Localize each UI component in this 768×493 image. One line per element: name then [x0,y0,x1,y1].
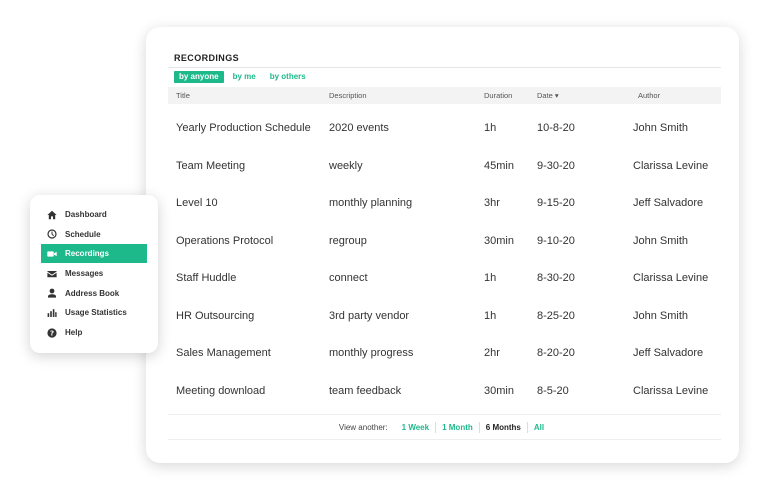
column-header-description[interactable]: Description [329,91,367,100]
cell-title: Staff Huddle [176,272,237,284]
cell-date: 8-30-20 [537,272,575,284]
filter-by-anyone[interactable]: by anyone [174,71,224,83]
cell-duration: 1h [484,309,497,322]
period-1-month[interactable]: 1 Month [436,423,479,432]
cell-date: 9-30-20 [537,159,575,172]
bar-chart-icon [47,308,57,318]
cell-duration: 1h [484,272,497,284]
cell-title: Team Meeting [176,159,246,172]
sidebar-item-address-book[interactable]: Address Book [41,284,147,303]
cell-description: connect [329,272,368,284]
envelope-icon [47,269,57,279]
sidebar-item-recordings[interactable]: Recordings [41,244,147,264]
cell-date: 10-8-20 [537,122,575,134]
sidebar-item-label: Address Book [65,288,120,298]
period-selector-label: View another: [338,422,388,432]
sidebar-item-label: Usage Statistics [65,308,127,318]
cell-title: Operations Protocol [176,234,274,247]
cell-author: Clarissa Levine [633,272,709,284]
table-row[interactable]: Operations Protocol regroup 30min 9-10-2… [168,223,721,260]
cell-author: Jeff Salvadore [633,347,704,359]
table-row[interactable]: Level 10 monthly planning 3hr 9-15-20 Je… [168,185,721,222]
video-camera-icon [47,249,57,259]
table-row[interactable]: Yearly Production Schedule 2020 events 1… [168,110,721,147]
filter-tabs: by anyone by me by others [174,71,311,83]
home-icon [47,210,57,220]
period-1-week[interactable]: 1 Week [396,423,435,432]
table-row[interactable]: HR Outsourcing 3rd party vendor 1h 8-25-… [168,298,721,335]
table-row[interactable]: Meeting download team feedback 30min 8-5… [168,373,721,410]
cell-description: 2020 events [329,122,389,134]
cell-date: 8-5-20 [537,384,569,397]
cell-duration: 1h [484,122,497,134]
sidebar-item-label: Messages [65,269,104,279]
cell-date: 9-15-20 [537,197,575,209]
sidebar-item-label: Recordings [65,249,110,259]
cell-title: Yearly Production Schedule [176,122,311,134]
cell-description: team feedback [329,384,402,397]
cell-date: 8-25-20 [537,309,575,322]
title-divider [168,67,721,68]
cell-author: John Smith [633,122,689,134]
column-header-title[interactable]: Title [176,91,190,100]
sidebar-item-usage-statistics[interactable]: Usage Statistics [41,303,147,322]
sidebar-item-label: Help [65,328,83,338]
svg-text:?: ? [50,329,54,337]
sidebar-item-schedule[interactable]: Schedule [41,225,147,244]
table-header: Title Description Duration Date ▾ Author [168,87,721,104]
period-selector: View another: 1 Week 1 Month 6 Months Al… [168,414,721,440]
sidebar-item-messages[interactable]: Messages [41,264,147,283]
cell-description: monthly planning [329,197,413,209]
filter-by-me[interactable]: by me [228,71,261,83]
column-header-date[interactable]: Date ▾ [537,91,559,100]
cell-duration: 2hr [484,347,500,359]
cell-author: Clarissa Levine [633,159,709,172]
cell-author: Clarissa Levine [633,384,709,397]
column-header-duration[interactable]: Duration [484,91,512,100]
page-title: RECORDINGS [174,53,240,63]
cell-description: monthly progress [329,347,414,359]
cell-duration: 3hr [484,197,500,209]
cell-title: HR Outsourcing [176,309,255,322]
cell-author: Jeff Salvadore [633,197,704,209]
period-6-months[interactable]: 6 Months [480,423,527,432]
table-row[interactable]: Sales Management monthly progress 2hr 8-… [168,335,721,372]
clock-icon [47,229,57,239]
cell-date: 9-10-20 [537,234,575,247]
cell-description: weekly [329,159,363,172]
recordings-panel: RECORDINGS by anyone by me by others Tit… [146,27,739,463]
column-header-author[interactable]: Author [638,91,660,100]
period-all[interactable]: All [528,423,550,432]
cell-duration: 30min [484,384,514,397]
sidebar-item-dashboard[interactable]: Dashboard [41,205,147,224]
sidebar-item-label: Dashboard [65,210,107,219]
cell-description: regroup [329,234,367,247]
table-row[interactable]: Team Meeting weekly 45min 9-30-20 Claris… [168,148,721,185]
sidebar-card: Dashboard Schedule Recordings Messages A… [30,195,158,353]
question-circle-icon: ? [47,328,57,338]
sidebar-item-help[interactable]: ? Help [41,323,147,342]
cell-title: Meeting download [176,384,266,397]
cell-date: 8-20-20 [537,347,575,359]
sidebar-item-label: Schedule [65,229,101,239]
user-icon [47,288,57,298]
cell-author: John Smith [633,234,689,247]
table-row[interactable]: Staff Huddle connect 1h 8-30-20 Clarissa… [168,260,721,297]
filter-by-others[interactable]: by others [265,71,311,83]
cell-description: 3rd party vendor [329,309,410,322]
sidebar-nav: Dashboard Schedule Recordings Messages A… [41,205,147,343]
cell-title: Sales Management [176,347,271,359]
cell-duration: 30min [484,234,514,247]
cell-author: John Smith [633,309,689,322]
cell-title: Level 10 [176,197,218,209]
cell-duration: 45min [484,159,514,172]
